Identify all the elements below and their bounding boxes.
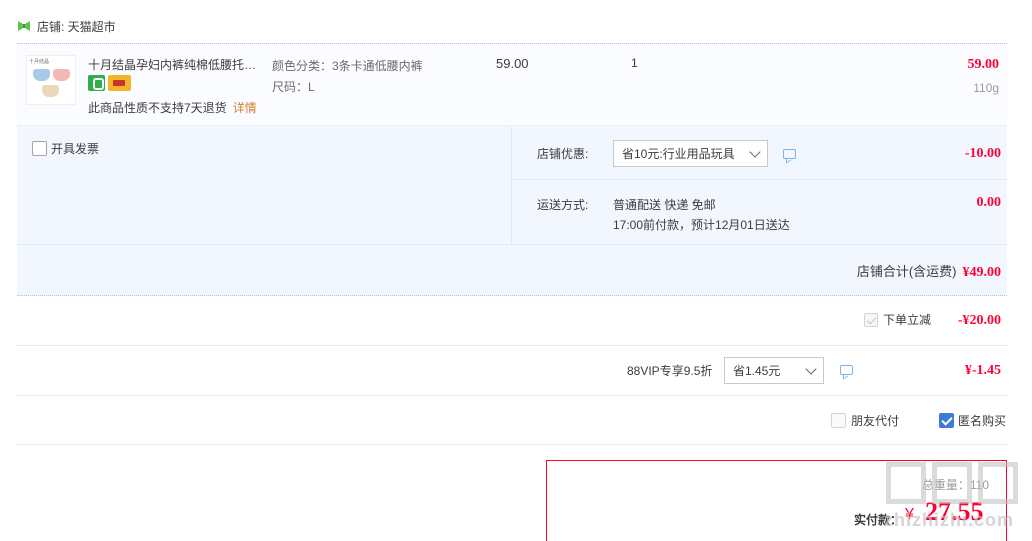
vip-discount-select[interactable]: 省1.45元 — [724, 357, 824, 384]
shop-total-label: 店铺合计(含运费) — [856, 264, 957, 279]
chat-bubble-icon[interactable] — [840, 365, 853, 375]
pay-label: 实付款： — [854, 513, 903, 527]
item-weight: 110g — [973, 81, 999, 95]
tmall-shop-icon — [18, 21, 30, 31]
chat-bubble-icon[interactable] — [783, 149, 796, 159]
thumb-pant-pink — [53, 69, 70, 81]
item-subtotal: 59.00 — [967, 57, 1000, 72]
divider — [17, 244, 1007, 245]
thumb-pant-blue — [33, 69, 50, 81]
anonymous-buy-checkbox[interactable] — [939, 413, 954, 428]
vip-amount: ¥-1.45 — [964, 363, 1001, 378]
item-attr-color: 颜色分类：3条卡通低腰内裤 — [272, 59, 423, 73]
unit-price: 59.00 — [496, 56, 529, 71]
anonymous-buy-label: 匿名购买 — [958, 414, 1007, 428]
shipping-label: 运送方式: — [537, 198, 589, 212]
friend-pay-option[interactable]: 朋友代付 — [831, 412, 899, 429]
service-badge-icon — [88, 75, 105, 91]
instant-cut-amount: -¥20.00 — [957, 313, 1001, 328]
shop-discount-amount: -10.00 — [964, 146, 1001, 161]
friend-pay-checkbox[interactable] — [831, 413, 846, 428]
shop-discount-label: 店铺优惠: — [537, 147, 589, 161]
item-attr-size: 尺码：L — [272, 80, 315, 94]
divider — [512, 179, 1008, 180]
card-badge-icon — [108, 75, 131, 91]
shop-discount-panel: 店铺优惠: 省10元:行业用品玩具 -10.00 运送方式: 普通配送 快递 免… — [511, 127, 1008, 245]
anonymous-buy-option[interactable]: 匿名购买 — [939, 412, 1006, 429]
return-note: 此商品性质不支持7天退货 详情 — [88, 99, 257, 116]
item-row: 十月结晶 十月结晶孕妇内裤纯棉低腰托腹女孕期中晚期早期初期怀孕透气短裤 此商品性… — [17, 44, 1007, 126]
chevron-down-icon — [805, 363, 817, 375]
payment-summary: 总重量：110 实付款： ¥ 27.55 — [546, 460, 1007, 541]
quantity: 1 — [631, 56, 638, 70]
instant-cut-checkbox — [863, 312, 878, 327]
pay-currency: ¥ — [905, 506, 914, 523]
thumbnail-caption: 十月结晶 — [29, 59, 50, 65]
thumb-pant-beige — [42, 85, 59, 97]
vip-label: 88VIP专享9.5折 — [627, 364, 713, 378]
vip-row: 88VIP专享9.5折 省1.45元 ¥-1.45 — [17, 346, 1007, 396]
product-thumbnail[interactable]: 十月结晶 — [26, 55, 76, 105]
total-weight: 总重量：110 — [921, 478, 989, 492]
instant-cut-option: 下单立减 — [863, 311, 931, 328]
shop-header: 店铺: 天猫超市 — [17, 16, 116, 36]
return-detail-link[interactable]: 详情 — [233, 101, 257, 115]
shop-name: 店铺: 天猫超市 — [37, 19, 116, 34]
chevron-down-icon — [749, 146, 761, 158]
instant-cut-row: 下单立减 -¥20.00 — [17, 296, 1007, 346]
options-row: 朋友代付 匿名购买 — [17, 396, 1007, 445]
shop-discount-select[interactable]: 省10元:行业用品玩具 — [613, 140, 768, 167]
shop-discount-selected: 省10元:行业用品玩具 — [622, 147, 735, 161]
shop-total: 店铺合计(含运费) ¥49.00 — [857, 261, 1001, 281]
invoice-label: 开具发票 — [51, 142, 100, 156]
order-box: 十月结晶 十月结晶孕妇内裤纯棉低腰托腹女孕期中晚期早期初期怀孕透气短裤 此商品性… — [17, 43, 1008, 296]
shipping-eta: 17:00前付款，预计12月01日送达 — [613, 218, 790, 232]
shipping-amount: 0.00 — [976, 195, 1002, 210]
return-note-text: 此商品性质不支持7天退货 — [88, 101, 227, 115]
vip-discount-selected: 省1.45元 — [733, 364, 781, 378]
shipping-method: 普通配送 快递 免邮 — [613, 198, 716, 212]
invoice-option[interactable]: 开具发票 — [32, 140, 99, 157]
pay-amount: 27.55 — [925, 497, 984, 526]
instant-cut-label: 下单立减 — [882, 313, 931, 327]
invoice-checkbox[interactable] — [32, 141, 47, 156]
friend-pay-label: 朋友代付 — [851, 414, 900, 428]
shop-total-amount: ¥49.00 — [962, 265, 1002, 280]
item-title[interactable]: 十月结晶孕妇内裤纯棉低腰托腹女孕期中晚期早期初期怀孕透气短裤 — [88, 56, 268, 73]
